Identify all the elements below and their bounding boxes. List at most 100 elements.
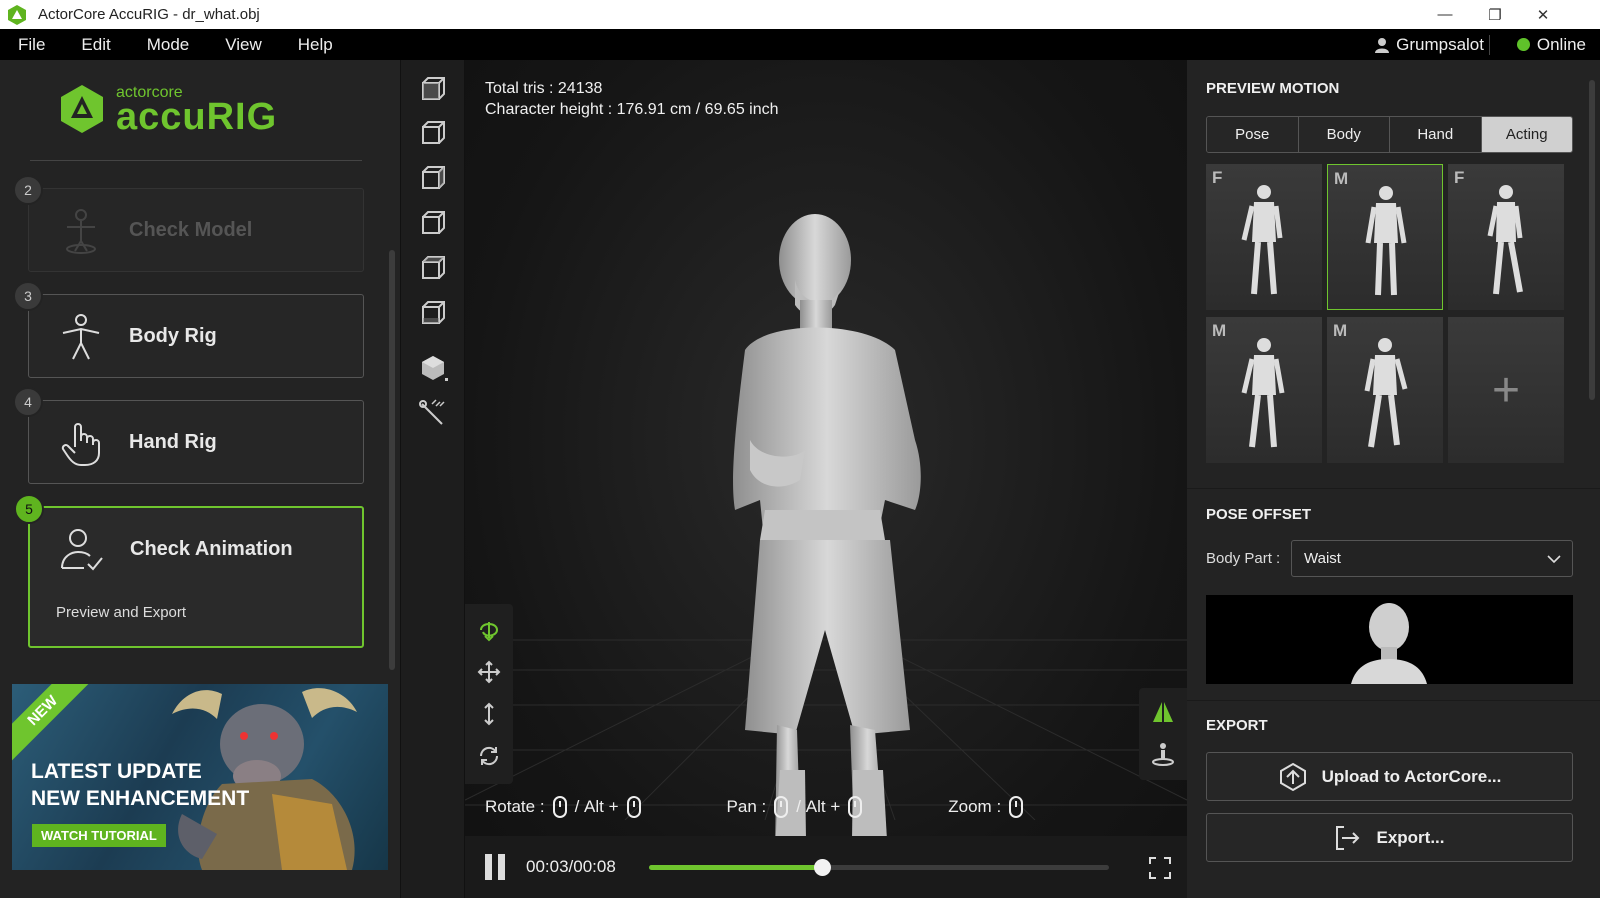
step-hand-rig[interactable]: 4 Hand Rig	[13, 387, 364, 484]
properties-panel: PREVIEW MOTION Pose Body Hand Acting F M…	[1187, 60, 1600, 898]
left-scrollbar[interactable]	[389, 250, 395, 670]
tab-body[interactable]: Body	[1298, 117, 1390, 152]
tab-pose[interactable]: Pose	[1207, 117, 1299, 152]
step-body-rig[interactable]: 3 Body Rig	[13, 281, 364, 378]
banner-line1: LATEST UPDATE	[31, 760, 202, 783]
timeline-slider[interactable]	[649, 859, 1109, 876]
body-part-value: Waist	[1304, 550, 1341, 567]
total-tris-text: Total tris : 24138	[485, 80, 603, 97]
motion-thumb[interactable]: F	[1448, 164, 1564, 310]
orbit-icon[interactable]	[477, 618, 501, 642]
step-label: Check Model	[129, 219, 253, 241]
motion-thumb[interactable]: F	[1206, 164, 1322, 310]
tab-hand[interactable]: Hand	[1390, 117, 1482, 152]
viewport-right-tools	[1139, 688, 1187, 780]
motion-thumbnails: F M F M M +	[1206, 164, 1573, 464]
view-cube-front-icon[interactable]	[418, 74, 448, 104]
reset-view-icon[interactable]	[477, 744, 501, 768]
view-toolstrip	[401, 60, 465, 898]
username: Grumpsalot	[1396, 34, 1484, 54]
menu-help[interactable]: Help	[280, 35, 351, 55]
status-text: Online	[1536, 34, 1586, 54]
restore-button[interactable]: ❐	[1472, 0, 1518, 29]
actorcore-upload-icon	[1279, 762, 1306, 791]
body-rig-icon	[62, 314, 100, 360]
timeline-handle[interactable]	[813, 859, 831, 876]
timeline-progress	[649, 865, 822, 870]
vertical-move-icon[interactable]	[477, 702, 501, 726]
export-button[interactable]: Export...	[1206, 813, 1573, 862]
window-title: ActorCore AccuRIG - dr_what.obj	[38, 6, 260, 23]
step-number: 3	[13, 281, 43, 311]
accurig-logo-icon	[61, 85, 103, 133]
user-check-icon	[61, 529, 103, 571]
view-cube-right-icon[interactable]	[418, 163, 448, 193]
mannequin-icon	[1364, 338, 1408, 448]
mannequin-icon	[1365, 186, 1407, 296]
view-cube-top-icon[interactable]	[418, 253, 448, 283]
export-label: Export...	[1376, 827, 1445, 847]
pause-icon[interactable]	[485, 854, 507, 880]
hand-icon	[61, 423, 100, 466]
bone-display-icon[interactable]	[418, 398, 448, 428]
mannequin-bust-icon	[1351, 603, 1427, 684]
mannequin-icon	[1241, 338, 1285, 448]
accurig-logo: actorcore accuRIG	[60, 84, 276, 138]
user-account[interactable]: Grumpsalot	[1374, 35, 1484, 55]
fullscreen-icon[interactable]	[1148, 856, 1172, 880]
3d-viewport[interactable]: Total tris : 24138 Character height : 17…	[465, 60, 1187, 898]
menu-file[interactable]: File	[0, 35, 63, 55]
step-label: Check Animation	[130, 538, 293, 560]
character-model	[733, 214, 921, 898]
section-divider	[1187, 700, 1600, 701]
move-icon[interactable]	[477, 660, 501, 684]
mirror-icon[interactable]	[1151, 700, 1175, 724]
tab-acting[interactable]: Acting	[1481, 117, 1572, 152]
step-check-animation[interactable]: 5 Check Animation Preview and Export	[14, 494, 364, 648]
step-label: Body Rig	[129, 325, 217, 347]
preview-motion-title: PREVIEW MOTION	[1206, 80, 1340, 97]
minimize-button[interactable]: —	[1422, 0, 1468, 29]
playback-bar: 00:03/00:08	[465, 836, 1187, 898]
motion-thumb[interactable]: M	[1327, 317, 1443, 463]
viewport-tools	[465, 604, 513, 784]
right-scrollbar[interactable]	[1589, 80, 1595, 400]
person-check-icon	[66, 209, 96, 254]
mannequin-icon	[1487, 185, 1523, 295]
upload-actorcore-button[interactable]: Upload to ActorCore...	[1206, 752, 1573, 801]
window-titlebar: ActorCore AccuRIG - dr_what.obj — ❐ ✕	[0, 0, 1600, 29]
view-cube-left-icon[interactable]	[418, 118, 448, 148]
mouse-left-icon	[552, 796, 567, 818]
add-motion-button[interactable]: +	[1448, 317, 1564, 463]
mouse-middle-icon	[774, 796, 789, 818]
watch-tutorial-button[interactable]: WATCH TUTORIAL	[32, 824, 166, 847]
view-cube-bottom-icon[interactable]	[418, 298, 448, 328]
menu-edit[interactable]: Edit	[63, 35, 128, 55]
chevron-down-icon	[1547, 555, 1561, 564]
timecode: 00:03/00:08	[526, 857, 616, 876]
user-icon	[1375, 37, 1390, 53]
character-height-text: Character height : 176.91 cm / 69.65 inc…	[485, 101, 779, 118]
app-logo-icon	[8, 4, 26, 25]
pose-offset-title: POSE OFFSET	[1206, 506, 1312, 523]
mouse-middle-icon	[848, 796, 863, 818]
step-sublabel: Preview and Export	[56, 604, 187, 621]
menu-view[interactable]: View	[207, 35, 280, 55]
close-button[interactable]: ✕	[1520, 0, 1566, 29]
menu-mode[interactable]: Mode	[129, 35, 208, 55]
mouse-left-icon	[626, 796, 641, 818]
pose-offset-preview[interactable]	[1206, 595, 1573, 684]
banner-line2: NEW ENHANCEMENT	[31, 787, 250, 810]
mouse-wheel-icon	[1009, 796, 1024, 818]
view-cube-back-icon[interactable]	[418, 208, 448, 238]
motion-thumb-selected[interactable]: M	[1327, 164, 1443, 310]
motion-thumb[interactable]: M	[1206, 317, 1322, 463]
body-part-select[interactable]: Waist	[1291, 540, 1573, 577]
mannequin-icon	[1241, 185, 1283, 295]
online-status: Online	[1516, 34, 1586, 55]
logo-divider	[30, 160, 362, 161]
ground-snap-icon[interactable]	[1151, 742, 1175, 766]
promo-banner[interactable]: NEW LATEST UPDATE NEW ENHANCEMENT WATCH …	[12, 684, 388, 870]
logo-big-text: accuRIG	[116, 96, 278, 138]
shading-mode-icon[interactable]	[418, 352, 448, 382]
